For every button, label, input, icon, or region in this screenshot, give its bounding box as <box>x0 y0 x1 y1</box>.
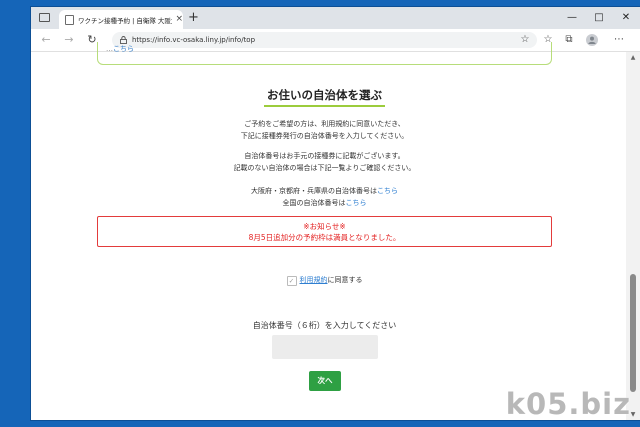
page-title: お住いの自治体を選ぶ <box>267 88 382 102</box>
intro-text: ご予約をご希望の方は、利用規約に同意いただき、 下記に接種券発行の自治体番号を入… <box>240 120 409 140</box>
next-button[interactable]: 次へ <box>309 371 341 391</box>
alert-title: ※お知らせ※ <box>303 222 346 231</box>
title-bar: ワクチン接種予約 | 自衛隊 大阪大… × + — □ ✕ <box>31 7 640 29</box>
alert-notice: ※お知らせ※ 8月5日追加分の予約枠は満員となりました。 <box>97 216 552 247</box>
tab-actions-icon[interactable] <box>39 13 50 22</box>
scroll-thumb[interactable] <box>630 274 636 392</box>
top-notice-text: …こちら <box>106 45 134 53</box>
site-watermark: k05.biz <box>505 387 631 421</box>
osaka-code-link[interactable]: こちら <box>377 187 398 195</box>
top-notice-box: …こちら <box>97 42 552 65</box>
scroll-up-icon[interactable]: ▲ <box>626 54 640 61</box>
maximize-button[interactable]: □ <box>585 7 613 29</box>
tab-close-icon[interactable]: × <box>175 15 183 24</box>
page-content: …こちら お住いの自治体を選ぶ ご予約をご希望の方は、利用規約に同意いただき、 … <box>31 42 640 420</box>
alert-body: 8月5日追加分の予約枠は満員となりました。 <box>248 233 401 242</box>
collections-icon[interactable]: ⧉ <box>561 32 577 48</box>
back-arrow-icon[interactable]: ← <box>37 29 55 51</box>
terms-link[interactable]: 利用規約 <box>300 276 328 284</box>
browser-tab[interactable]: ワクチン接種予約 | 自衛隊 大阪大… × <box>59 10 183 29</box>
more-menu-icon[interactable]: ⋯ <box>611 32 627 48</box>
tab-title: ワクチン接種予約 | 自衛隊 大阪大… <box>78 16 172 25</box>
minimize-button[interactable]: — <box>558 7 586 29</box>
forward-arrow-icon[interactable]: → <box>60 29 78 51</box>
terms-checkbox[interactable]: ✓ <box>286 276 297 286</box>
top-notice-link[interactable]: こちら <box>113 45 134 53</box>
municipality-links: 大阪府・京都府・兵庫県の自治体番号はこちら 全国の自治体番号はこちら <box>251 187 398 207</box>
browser-window: ワクチン接種予約 | 自衛隊 大阪大… × + — □ ✕ ← → ↻ http… <box>31 7 640 420</box>
terms-agreement: ✓ 利用規約に同意する <box>31 274 618 286</box>
page-favicon-icon <box>65 14 74 25</box>
new-tab-button[interactable]: + <box>188 9 199 26</box>
title-underline <box>264 105 385 107</box>
close-window-button[interactable]: ✕ <box>612 7 640 29</box>
national-code-link[interactable]: こちら <box>346 199 367 207</box>
info-text: 自治体番号はお手元の接種券に記載がございます。 記載のない自治体の場合は下記一覧… <box>233 152 416 172</box>
municipality-code-input[interactable] <box>272 335 378 359</box>
page-scrollbar[interactable]: ▲ ▼ <box>626 52 640 420</box>
code-input-label: 自治体番号（６桁）を入力してください <box>252 321 397 330</box>
terms-suffix: に同意する <box>327 276 363 284</box>
profile-avatar-icon[interactable] <box>584 32 600 48</box>
